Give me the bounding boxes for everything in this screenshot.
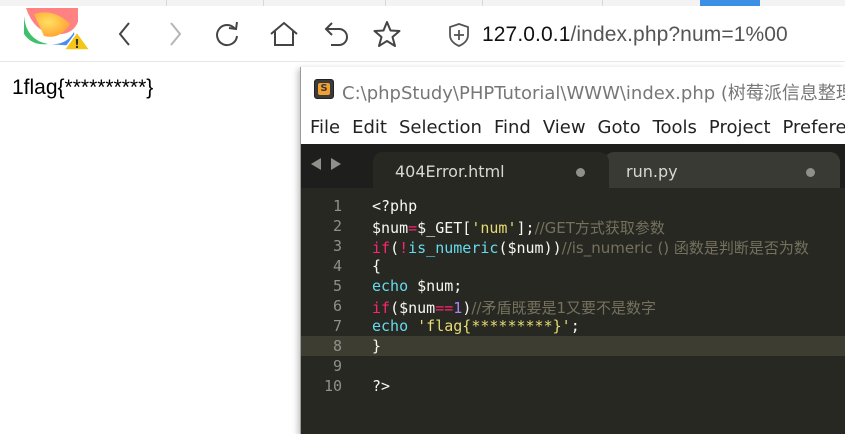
home-icon xyxy=(270,21,298,46)
code-line: 2 $num=$_GET['num'];//GET方式获取参数 xyxy=(301,216,845,237)
code-line: 5 echo $num; xyxy=(301,276,845,296)
menu-goto[interactable]: Goto xyxy=(598,117,641,138)
menu-view[interactable]: View xyxy=(543,117,586,138)
code-text: echo 'flag{*********}'; xyxy=(372,317,580,335)
line-number: 10 xyxy=(323,377,342,395)
code-line: 7 echo 'flag{*********}'; xyxy=(301,316,845,336)
home-button[interactable] xyxy=(269,18,299,50)
undo-icon xyxy=(324,22,348,46)
code-editor[interactable]: 1 <?php 2 $num=$_GET['num'];//GET方式获取参数 … xyxy=(301,188,845,434)
page-output-text: 1flag{**********} xyxy=(12,76,154,99)
address-bar[interactable]: 127.0.0.1/index.php?num=1%00 xyxy=(430,12,845,56)
editor-window-title: C:\phpStudy\PHPTutorial\WWW\index.php (树… xyxy=(342,83,845,104)
editor-menu-bar: File Edit Selection Find View Goto Tools… xyxy=(301,111,845,144)
tab-404error-html[interactable]: 404Error.html xyxy=(373,152,609,188)
line-number: 3 xyxy=(332,237,342,255)
code-text: <?php xyxy=(372,197,418,215)
line-number: 4 xyxy=(332,257,342,275)
code-text: { xyxy=(372,257,382,275)
code-text: } xyxy=(372,337,382,355)
tab-close-dot-icon[interactable] xyxy=(806,168,815,177)
menu-file[interactable]: File xyxy=(310,117,340,138)
browser-toolbar: ! 127.0.0.1/index.php?num=1%00 xyxy=(0,6,845,62)
line-number: 6 xyxy=(332,297,342,315)
line-number: 2 xyxy=(332,217,342,235)
back-icon xyxy=(118,22,130,46)
undo-button[interactable] xyxy=(322,18,352,50)
menu-preferences[interactable]: Prefere xyxy=(783,117,845,138)
sublime-app-icon: S xyxy=(314,79,334,99)
tab-close-dot-icon[interactable] xyxy=(576,168,585,177)
forward-icon xyxy=(170,22,182,46)
code-line: 6 if($num==1)//矛盾既要是1又要不是数字 xyxy=(301,296,845,317)
editor-title-bar: S C:\phpStudy\PHPTutorial\WWW\index.php … xyxy=(301,67,845,111)
menu-selection[interactable]: Selection xyxy=(399,117,482,138)
menu-edit[interactable]: Edit xyxy=(352,117,387,138)
back-button[interactable] xyxy=(110,18,140,50)
reload-button[interactable] xyxy=(212,18,242,50)
line-number: 1 xyxy=(332,197,342,215)
editor-tab-bar: run.py 404Error.html xyxy=(301,144,845,188)
code-text: if($num==1)//矛盾既要是1又要不是数字 xyxy=(372,299,656,317)
sublime-text-window: S C:\phpStudy\PHPTutorial\WWW\index.php … xyxy=(300,67,845,434)
tab-scroll-left-icon[interactable] xyxy=(311,158,321,170)
url-path: /index.php?num=1%00 xyxy=(570,23,788,46)
browser-logo-icon: ! xyxy=(14,6,92,52)
line-number: 7 xyxy=(332,317,342,335)
line-number: 5 xyxy=(332,277,342,295)
code-line: 4 { xyxy=(301,256,845,276)
code-line: 10 ?> xyxy=(301,376,845,396)
code-text: echo $num; xyxy=(372,277,463,295)
code-line: 1 <?php xyxy=(301,196,845,216)
code-line: 9 xyxy=(301,356,845,376)
code-text: ?> xyxy=(372,377,391,395)
line-number: 8 xyxy=(332,337,342,355)
code-line-active: 8 } xyxy=(301,336,845,356)
favorite-button[interactable] xyxy=(372,18,402,50)
menu-project[interactable]: Project xyxy=(709,117,771,138)
code-text: $num=$_GET['num'];//GET方式获取参数 xyxy=(372,219,665,237)
svg-text:!: ! xyxy=(74,37,79,51)
url-host: 127.0.0.1 xyxy=(482,23,571,46)
tab-run-py[interactable]: run.py xyxy=(604,152,840,188)
line-number: 9 xyxy=(332,357,342,375)
tab-label: run.py xyxy=(626,162,678,181)
shield-icon xyxy=(449,23,469,47)
menu-tools[interactable]: Tools xyxy=(653,117,697,138)
menu-find[interactable]: Find xyxy=(494,117,531,138)
tab-label: 404Error.html xyxy=(395,162,505,181)
code-line: 3 if(!is_numeric($num))//is_numeric () 函… xyxy=(301,236,845,257)
forward-button[interactable] xyxy=(160,18,190,50)
reload-icon xyxy=(216,21,238,47)
address-url[interactable]: 127.0.0.1/index.php?num=1%00 xyxy=(482,23,788,47)
star-icon xyxy=(373,21,401,47)
tab-scroll-right-icon[interactable] xyxy=(331,158,341,170)
code-text: if(!is_numeric($num))//is_numeric () 函数是… xyxy=(372,239,809,257)
